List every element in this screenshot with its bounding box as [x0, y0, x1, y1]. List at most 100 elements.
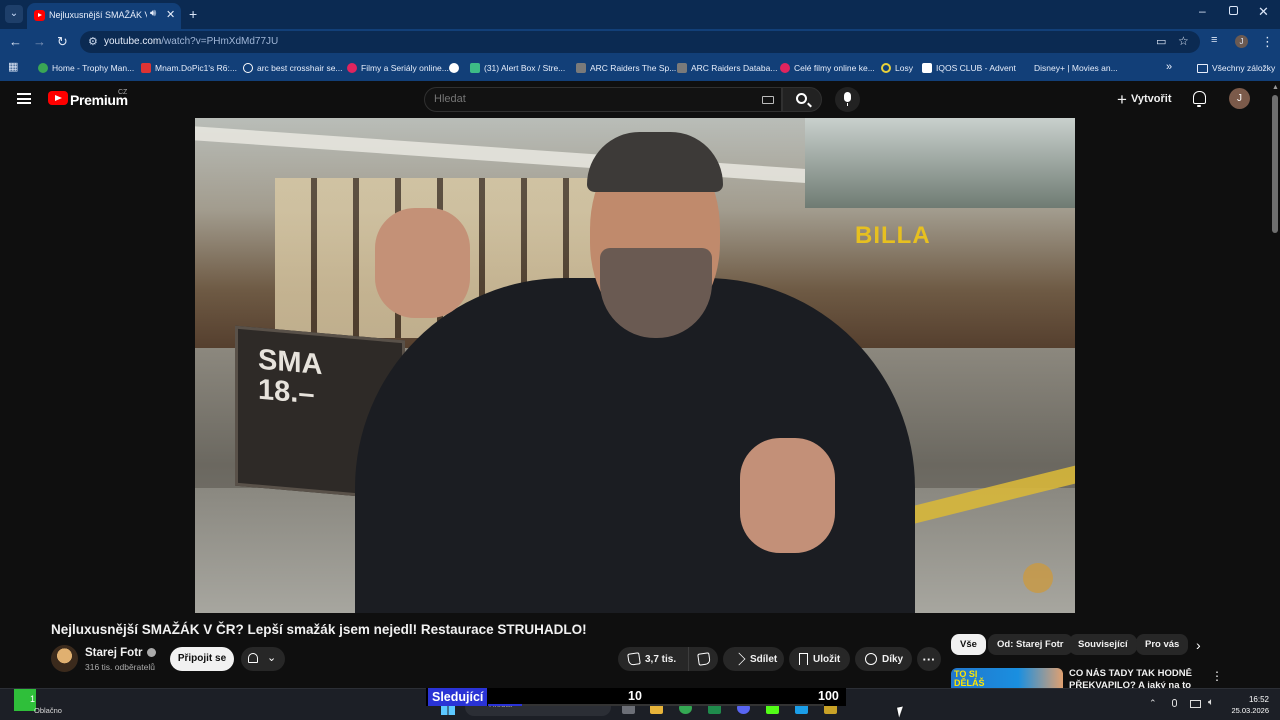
back-icon[interactable]: ← [9, 34, 22, 49]
bookmark-item[interactable]: Home - Trophy Man... [38, 61, 134, 75]
follower-goal-target: 100 [818, 689, 839, 703]
bookmark-item[interactable]: Mnam.DoPic1's R6:... [141, 61, 237, 75]
bookmark-label: ARC Raiders Databa... [691, 63, 778, 73]
mnam-icon [141, 63, 151, 73]
channel-avatar[interactable] [51, 645, 78, 672]
more-actions-button[interactable]: ··· [917, 647, 941, 671]
bookmark-item[interactable]: Filmy a Seriály online... [347, 61, 449, 75]
chip-for-you[interactable]: Pro vás [1136, 634, 1189, 655]
bookmark-item[interactable] [449, 61, 459, 75]
more-vert-icon[interactable]: ⋮ [1211, 669, 1223, 683]
bookmark-icon [799, 653, 808, 665]
save-label: Uložit [813, 653, 841, 665]
microphone-tray-icon[interactable] [1172, 699, 1177, 707]
close-icon[interactable]: ✕ [166, 8, 175, 21]
thumbs-down-icon [696, 652, 711, 666]
browser-menu-icon[interactable]: ⋮ [1261, 34, 1274, 50]
bookmark-item[interactable]: (31) Alert Box / Stre... [470, 61, 565, 75]
recommendation-thumbnail[interactable]: TO SI DĚLÁŠ [951, 668, 1063, 690]
bookmark-label: Mnam.DoPic1's R6:... [155, 63, 237, 73]
video-player[interactable]: BILLA SMA 18.– [195, 118, 1075, 613]
profile-icon[interactable]: J [1235, 35, 1248, 48]
thanks-button[interactable]: Díky [855, 647, 912, 671]
weather-temperature[interactable]: 1 [30, 694, 35, 704]
bookmark-item[interactable]: ARC Raiders Databa... [677, 61, 777, 75]
all-bookmarks-label: Všechny záložky [1212, 63, 1276, 73]
dislike-button[interactable] [688, 647, 718, 671]
speaker-icon[interactable]: 🔊︎ [150, 8, 156, 19]
channel-name[interactable]: Starej Fotr [85, 647, 156, 659]
tab-active[interactable]: Nejluxusnější SMAŽÁK V ČR 🔊︎ ✕ [27, 3, 181, 29]
video-frame-canopy [805, 118, 1075, 208]
url-host: youtube.com [104, 36, 162, 47]
channel-watermark-icon[interactable] [1023, 563, 1053, 593]
chip-all[interactable]: Vše [951, 634, 986, 655]
bookmarks-bar: ▦ Home - Trophy Man... Mnam.DoPic1's R6:… [0, 56, 1280, 81]
iqos-icon [922, 63, 932, 73]
save-button[interactable]: Uložit [789, 647, 850, 671]
address-bar[interactable]: ⚙ youtube.com/watch?v=PHmXdMd77JU ▭ ☆ [80, 31, 1200, 53]
chip-related[interactable]: Související [1069, 634, 1137, 655]
search-button[interactable] [782, 87, 822, 112]
all-bookmarks-folder[interactable]: Všechny záložky [1197, 61, 1275, 75]
search-box[interactable] [424, 87, 782, 112]
bookmark-item[interactable]: ARC Raiders The Sp... [576, 61, 676, 75]
reload-icon[interactable]: ↻ [57, 34, 68, 50]
bookmark-star-icon[interactable]: ☆ [1178, 34, 1189, 48]
video-frame-hand [375, 208, 470, 318]
cast-icon[interactable]: ▭ [1156, 35, 1166, 48]
scroll-up-arrow-icon[interactable]: ▲ [1272, 84, 1279, 91]
plus-icon[interactable]: + [189, 6, 197, 22]
apps-grid-icon[interactable]: ▦ [8, 60, 18, 73]
url-text: youtube.com/watch?v=PHmXdMd77JU [104, 36, 278, 47]
subscriber-count: 316 tis. odběratelů [85, 662, 155, 672]
page-scrollbar[interactable] [1272, 95, 1278, 233]
bookmark-item[interactable]: arc best crosshair se... [243, 61, 343, 75]
volume-icon[interactable]: 🔈︎ [1208, 697, 1214, 708]
youtube-favicon-icon [34, 10, 45, 21]
tray-overflow-chevron-icon[interactable]: ⌃ [1149, 698, 1157, 709]
weather-condition[interactable]: Oblačno [34, 706, 62, 715]
chevron-right-icon[interactable]: › [1196, 637, 1201, 653]
join-button[interactable]: Připojit se [170, 647, 234, 671]
bookmark-label: Losy [895, 63, 913, 73]
share-label: Sdílet [750, 653, 778, 665]
bookmark-label: IQOS CLUB - Advent [936, 63, 1016, 73]
bookmark-item[interactable]: Celé filmy online ke... [780, 61, 875, 75]
globe-icon [243, 63, 253, 73]
subscription-notifications-button[interactable]: ⌄ [241, 647, 285, 671]
search-input[interactable] [434, 93, 734, 105]
forward-icon[interactable]: → [33, 34, 46, 49]
tab-search-button[interactable]: ⌄ [5, 5, 23, 23]
microphone-icon [844, 92, 851, 106]
bookmark-item[interactable]: Losy [881, 61, 913, 75]
play-icon [347, 63, 357, 73]
youtube-logo-icon[interactable] [48, 91, 68, 105]
voice-search-button[interactable] [835, 87, 860, 112]
bookmark-label: ARC Raiders The Sp... [590, 63, 677, 73]
trophy-icon [38, 63, 48, 73]
account-avatar[interactable]: J [1229, 88, 1250, 109]
clock-date[interactable]: 25.03.2026 [1222, 706, 1269, 715]
notifications-bell-icon[interactable] [1193, 91, 1206, 107]
video-frame-store-sign: BILLA [855, 222, 931, 249]
media-control-icon[interactable]: ≡ [1211, 34, 1217, 46]
browser-toolbar: ← → ↻ ⚙ youtube.com/watch?v=PHmXdMd77JU … [0, 29, 1280, 56]
keyboard-icon[interactable] [762, 96, 774, 104]
bookmark-item[interactable]: Disney+ | Movies an... [1034, 61, 1118, 75]
bookmark-item[interactable]: IQOS CLUB - Advent [922, 61, 1016, 75]
menu-icon[interactable] [17, 93, 31, 104]
site-info-icon[interactable]: ⚙ [88, 35, 98, 48]
follower-goal-label: Sledující [428, 688, 488, 706]
network-icon[interactable] [1190, 700, 1201, 708]
create-button[interactable]: + Vytvořit [1117, 90, 1171, 108]
close-window-icon[interactable]: ✕ [1258, 4, 1269, 20]
chip-from-channel[interactable]: Od: Starej Fotr [988, 634, 1073, 655]
bookmarks-overflow-icon[interactable]: » [1166, 60, 1172, 74]
share-button[interactable]: Sdílet [723, 647, 784, 671]
clock-time[interactable]: 16:52 [1237, 695, 1269, 704]
minimize-icon[interactable]: – [1199, 4, 1206, 18]
recommendation-title[interactable]: CO NÁS TADY TAK HODNĚ PŘEKVAPILO? A jaký… [1069, 668, 1199, 690]
video-frame-hand [740, 438, 835, 553]
maximize-icon[interactable] [1229, 6, 1238, 15]
